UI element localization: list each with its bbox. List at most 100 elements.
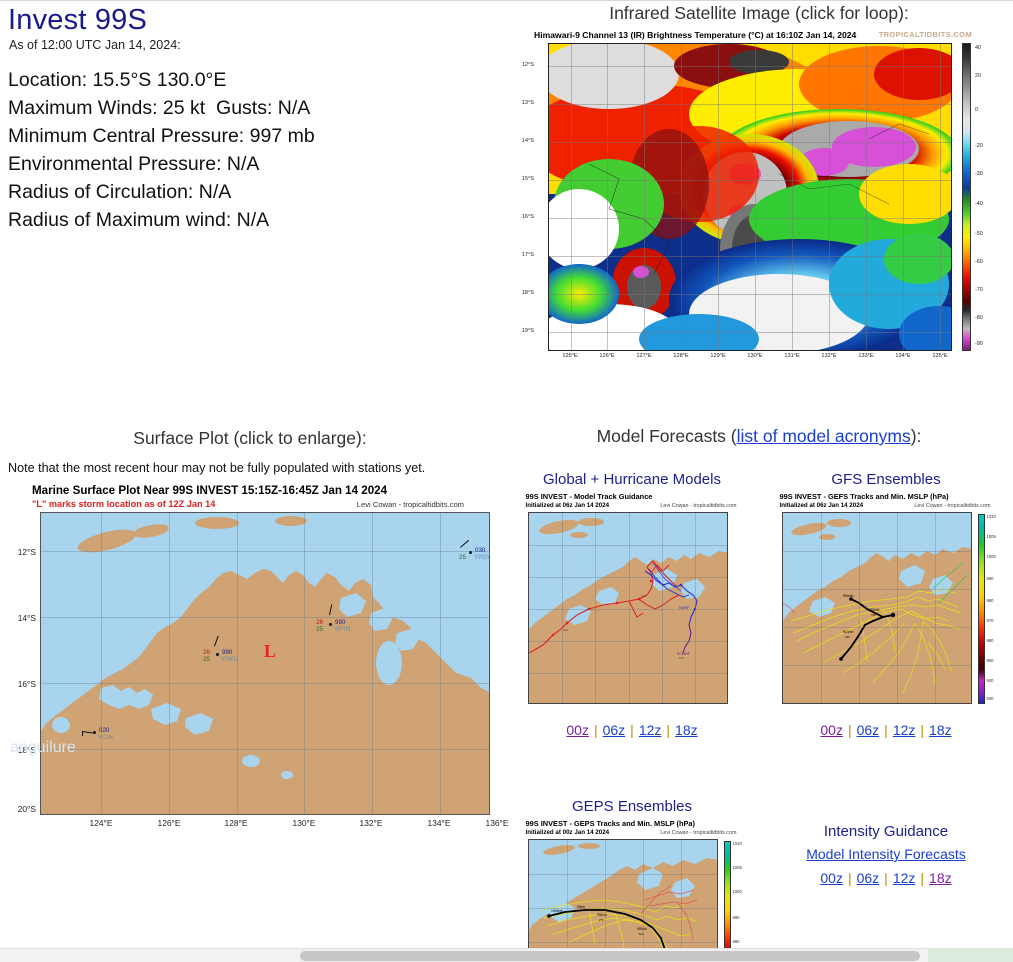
time-link-06z[interactable]: 06z bbox=[857, 722, 880, 738]
model-fig-subtitle: Initialized at 00z Jan 14 2024 bbox=[525, 829, 610, 836]
sat-ylabel: 15°S bbox=[521, 176, 534, 182]
page-title: Invest 99S bbox=[8, 4, 148, 36]
geps-figure[interactable]: 99S INVEST - GEPS Tracks and Min. MSLP (… bbox=[519, 819, 745, 962]
satellite-caption: Himawari-9 Channel 13 (IR) Brightness Te… bbox=[534, 30, 857, 40]
sat-xlabel: 131°E bbox=[784, 353, 800, 359]
station-pressure: 990 bbox=[222, 649, 233, 656]
cbar-tick: 940 bbox=[986, 678, 994, 683]
sat-xlabel: 130°E bbox=[747, 353, 763, 359]
cbar-tick: -80 bbox=[975, 315, 983, 321]
svg-text:1006mb: 1006mb bbox=[551, 909, 563, 913]
svg-text:27h: 27h bbox=[599, 918, 604, 922]
cbar-tick: 970 bbox=[986, 618, 994, 623]
surface-xlabel: 124°E bbox=[89, 818, 113, 828]
horizontal-scrollbar[interactable] bbox=[0, 948, 1013, 962]
model-panel-title: Intensity Guidance bbox=[823, 823, 949, 840]
model-fig-subtitle: Initialized at 06z Jan 14 2024 bbox=[779, 502, 864, 509]
cbar-tick: 980 bbox=[732, 939, 740, 944]
sat-ylabel: 19°S bbox=[521, 328, 534, 334]
gefs-colorbar bbox=[977, 514, 985, 704]
surface-figure[interactable]: Marine Surface Plot Near 99S INVEST 15:1… bbox=[10, 484, 508, 864]
intensity-link-row: Model Intensity Forecasts bbox=[759, 846, 1013, 862]
time-link-00z[interactable]: 00z bbox=[566, 722, 589, 738]
cbar-tick: 1005 bbox=[732, 865, 742, 870]
model-fig-credit: Levi Cowan - tropicaltidbits.com bbox=[660, 503, 737, 509]
surface-ylabel: 20°S bbox=[17, 804, 36, 814]
geps-colorbar bbox=[723, 841, 731, 962]
scrollbar-tint bbox=[928, 949, 1013, 962]
cbar-tick: 40 bbox=[975, 45, 981, 51]
time-link-18z[interactable]: 18z bbox=[929, 870, 952, 886]
surface-note: Note that the most recent hour may not b… bbox=[8, 461, 426, 475]
satellite-figure[interactable]: Himawari-9 Channel 13 (IR) Brightness Te… bbox=[522, 30, 994, 382]
surface-xlabel: 132°E bbox=[359, 818, 383, 828]
time-link-18z[interactable]: 18z bbox=[929, 722, 952, 738]
cbar-tick: -70 bbox=[975, 287, 983, 293]
time-link-12z[interactable]: 12z bbox=[893, 722, 916, 738]
model-time-links-intensity: 00z | 06z | 12z | 18z bbox=[820, 870, 952, 886]
sat-xlabel: 132°E bbox=[821, 353, 837, 359]
svg-text:21h: 21h bbox=[845, 635, 850, 639]
model-panel-title: Global + Hurricane Models bbox=[542, 471, 721, 488]
storm-low-marker: L bbox=[264, 641, 277, 661]
model-time-links-global: 00z | 06z | 12z | 18z bbox=[566, 722, 698, 738]
model-fig-credit: Levi Cowan - tropicaltidbits.com bbox=[914, 503, 991, 509]
time-link-12z[interactable]: 12z bbox=[893, 870, 916, 886]
station-temp: 26 bbox=[203, 649, 210, 656]
gefs-render: 994mb 992mb 72h 914mb 21h bbox=[782, 513, 971, 703]
svg-text:993mb: 993mb bbox=[637, 927, 647, 931]
storm-env-pressure: Environmental Pressure: N/A bbox=[8, 153, 260, 175]
model-panel-global: Global + Hurricane Models 99S INVEST - M… bbox=[505, 471, 759, 738]
station-dewpoint: 25 bbox=[459, 554, 466, 561]
time-link-00z[interactable]: 00z bbox=[820, 870, 843, 886]
surface-xlabel: 126°E bbox=[157, 818, 181, 828]
svg-text:992mb: 992mb bbox=[869, 608, 879, 612]
model-forecasts-panel: Model Forecasts (list of model acronyms)… bbox=[505, 426, 1013, 962]
model-track-figure[interactable]: 99S INVEST - Model Track Guidance Initia… bbox=[519, 492, 745, 714]
station-pressure: 020 bbox=[99, 727, 110, 734]
model-heading-prefix: Model Forecasts ( bbox=[596, 426, 737, 446]
surface-xlabel: 130°E bbox=[292, 818, 316, 828]
station-pressure: 030 bbox=[475, 547, 486, 554]
sat-ylabel: 16°S bbox=[521, 214, 534, 220]
storm-radius-circulation: Radius of Circulation: N/A bbox=[8, 181, 232, 203]
cbar-tick: -60 bbox=[975, 259, 983, 265]
sat-xlabel: 133°E bbox=[858, 353, 874, 359]
sat-ylabel: 14°S bbox=[521, 138, 534, 144]
model-fig-title: 99S INVEST - GEPS Tracks and Min. MSLP (… bbox=[525, 819, 695, 828]
storm-radius-max-wind: Radius of Maximum wind: N/A bbox=[8, 209, 270, 231]
cbar-tick: 1005 bbox=[986, 534, 996, 539]
gefs-map[interactable]: 994mb 992mb 72h 914mb 21h bbox=[781, 512, 972, 704]
sat-ylabel: 17°S bbox=[521, 252, 534, 258]
cbar-tick: 990 bbox=[732, 915, 740, 920]
geps-map[interactable]: 1006mb 99mb 995mb 27h 993mb 51h 992mb 16… bbox=[527, 839, 718, 962]
cbar-tick: 1000 bbox=[986, 554, 996, 559]
page-root: Invest 99S As of 12:00 UTC Jan 14, 2024:… bbox=[0, 0, 1013, 962]
model-acronyms-link[interactable]: list of model acronyms bbox=[737, 426, 911, 446]
scrollbar-thumb[interactable] bbox=[300, 951, 920, 961]
storm-min-pressure: Minimum Central Pressure: 997 mb bbox=[8, 125, 315, 147]
model-track-map[interactable]: HWRF ECMWF 144 120 120 bbox=[527, 512, 728, 704]
time-link-06z[interactable]: 06z bbox=[857, 870, 880, 886]
time-link-12z[interactable]: 12z bbox=[639, 722, 662, 738]
svg-text:914mb: 914mb bbox=[843, 630, 853, 634]
time-link-00z[interactable]: 00z bbox=[820, 722, 843, 738]
gefs-figure[interactable]: 99S INVEST - GEFS Tracks and Min. MSLP (… bbox=[773, 492, 999, 714]
sat-xlabel: 126°E bbox=[599, 353, 615, 359]
model-fig-subtitle: Initialized at 06z Jan 14 2024 bbox=[525, 502, 610, 509]
cbar-tick: 960 bbox=[986, 638, 994, 643]
storm-attributes: Location: 15.5°S 130.0°E Maximum Winds: … bbox=[8, 66, 498, 234]
model-intensity-forecasts-link[interactable]: Model Intensity Forecasts bbox=[806, 846, 966, 862]
surface-map[interactable]: L 030 25 YPGV 26 990 25 YPTN 26 990 25 Y… bbox=[40, 512, 490, 815]
svg-text:72h: 72h bbox=[871, 613, 876, 617]
model-panel-title: GEPS Ensembles bbox=[571, 798, 693, 815]
time-link-06z[interactable]: 06z bbox=[603, 722, 626, 738]
model-fig-title: 99S INVEST - Model Track Guidance bbox=[525, 492, 653, 501]
satellite-heading: Infrared Satellite Image (click for loop… bbox=[609, 3, 909, 23]
satellite-image[interactable] bbox=[548, 43, 952, 351]
time-link-18z[interactable]: 18z bbox=[675, 722, 698, 738]
sat-xlabel: 129°E bbox=[710, 353, 726, 359]
station-pressure: 990 bbox=[335, 619, 346, 626]
svg-text:994mb: 994mb bbox=[843, 594, 853, 598]
cbar-tick: 1010 bbox=[986, 514, 996, 519]
